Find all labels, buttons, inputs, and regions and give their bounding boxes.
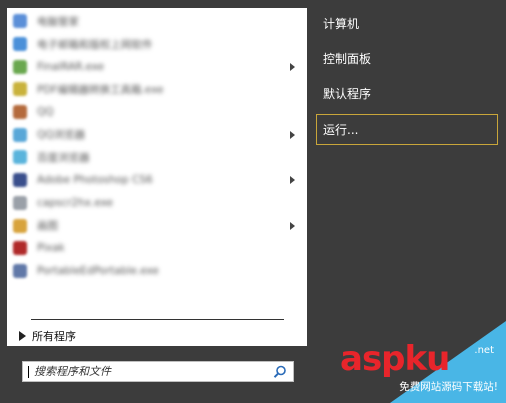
pdf-tool-icon <box>13 82 27 97</box>
program-item[interactable]: 电脑管家 <box>7 10 307 33</box>
mail-app-icon <box>13 37 27 52</box>
program-item[interactable]: Pixak <box>7 237 307 260</box>
browser-icon <box>13 150 27 165</box>
search-input[interactable] <box>34 363 270 380</box>
pinned-programs-list: 电脑管家 电子邮箱和版权上网软件 FinalRAR.exe PDF编辑器转换工具… <box>7 10 307 282</box>
program-item[interactable]: QQ浏览器 <box>7 123 307 146</box>
program-item[interactable]: QQ <box>7 101 307 124</box>
program-label: 画图 <box>37 220 58 233</box>
program-label: QQ浏览器 <box>37 129 86 142</box>
program-label: 电脑管家 <box>37 15 79 28</box>
submenu-arrow-icon[interactable] <box>290 221 295 230</box>
screen-capture-icon <box>13 195 27 210</box>
program-label: QQ <box>37 106 54 119</box>
program-label: PDF编辑器转换工具箱.exe <box>37 83 164 96</box>
program-label: PortableEdPortable.exe <box>37 264 159 277</box>
all-programs-label: 所有程序 <box>32 330 76 343</box>
image-app-icon <box>13 241 27 256</box>
menu-item-default-programs[interactable]: 默认程序 <box>316 78 498 109</box>
expand-arrow-icon <box>19 331 26 341</box>
submenu-arrow-icon[interactable] <box>290 62 295 71</box>
programs-pane: 电脑管家 电子邮箱和版权上网软件 FinalRAR.exe PDF编辑器转换工具… <box>7 8 307 346</box>
program-label: Pixak <box>37 242 65 255</box>
search-icon[interactable] <box>273 365 287 379</box>
submenu-arrow-icon[interactable] <box>290 176 295 185</box>
editor-icon <box>13 263 27 278</box>
photoshop-icon <box>13 173 27 188</box>
archive-app-icon <box>13 59 27 74</box>
submenu-arrow-icon[interactable] <box>290 130 295 139</box>
program-label: FinalRAR.exe <box>37 60 105 73</box>
program-item[interactable]: Adobe Photoshop CS6 <box>7 169 307 192</box>
menu-item-run[interactable]: 运行... <box>316 114 498 145</box>
program-label: 电子邮箱和版权上网软件 <box>37 38 153 51</box>
search-box[interactable] <box>22 361 294 382</box>
computer-manager-icon <box>13 14 27 29</box>
program-label: Adobe Photoshop CS6 <box>37 174 153 187</box>
paint-icon <box>13 218 27 233</box>
site-watermark: aspku .net 免费网站源码下载站! <box>320 321 506 403</box>
program-item[interactable]: FinalRAR.exe <box>7 55 307 78</box>
program-item[interactable]: PDF编辑器转换工具箱.exe <box>7 78 307 101</box>
watermark-domain: .net <box>474 345 494 356</box>
watermark-slogan: 免费网站源码下载站! <box>399 381 498 393</box>
text-caret <box>28 366 29 378</box>
program-label: 百度浏览器 <box>37 151 90 164</box>
program-item[interactable]: PortableEdPortable.exe <box>7 260 307 283</box>
all-programs-divider <box>31 319 284 320</box>
program-item[interactable]: 画图 <box>7 214 307 237</box>
watermark-logo: aspku <box>340 339 450 379</box>
program-item[interactable]: 电子邮箱和版权上网软件 <box>7 33 307 56</box>
menu-item-computer[interactable]: 计算机 <box>316 8 498 39</box>
browser-icon <box>13 127 27 142</box>
all-programs-button[interactable]: 所有程序 <box>19 326 76 346</box>
menu-item-control-panel[interactable]: 控制面板 <box>316 43 498 74</box>
program-item[interactable]: 百度浏览器 <box>7 146 307 169</box>
qq-icon <box>13 105 27 120</box>
program-label: capscr2hx.exe <box>37 196 113 209</box>
program-item[interactable]: capscr2hx.exe <box>7 192 307 215</box>
